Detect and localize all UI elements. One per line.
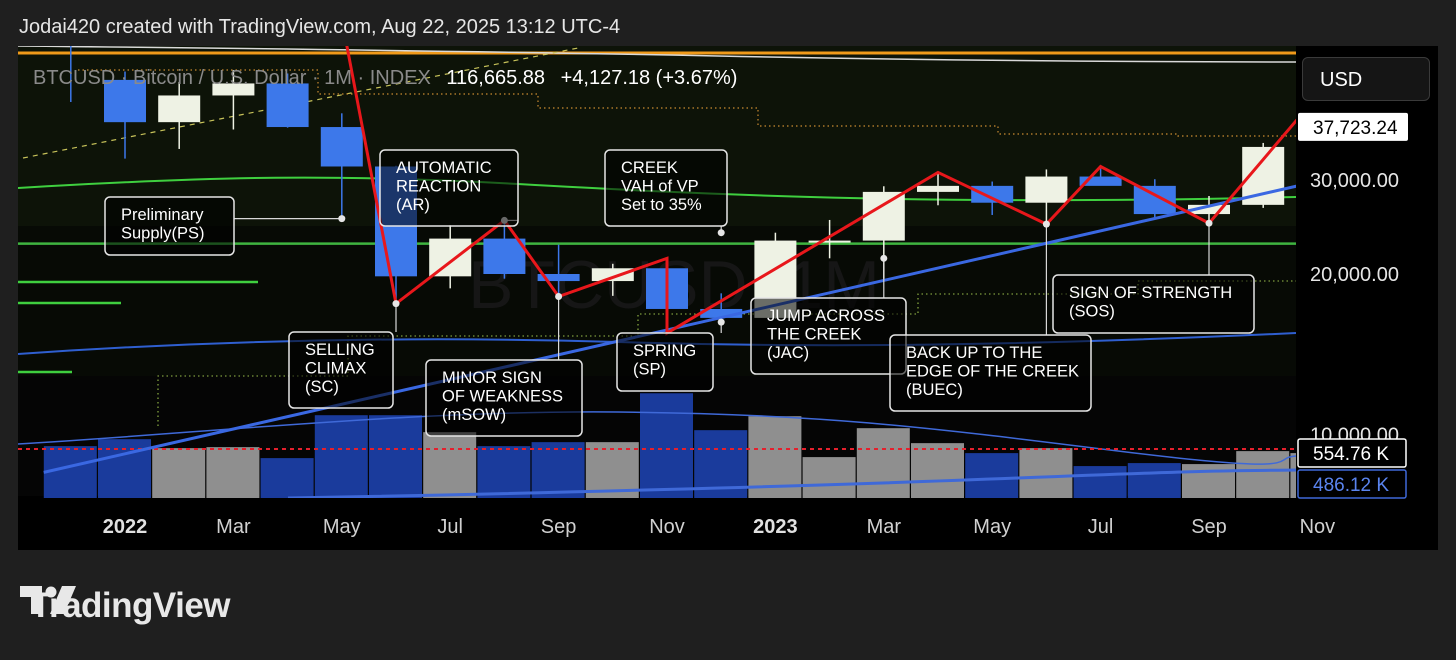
volume-tag-blue-text: 486.12 K — [1313, 475, 1389, 496]
volume-bar — [477, 446, 531, 498]
annotation-anchor-dot — [555, 293, 563, 301]
x-tick-label: Jul — [437, 516, 463, 538]
annotation-line: (SC) — [305, 378, 339, 396]
annotation-line: Supply(PS) — [121, 225, 204, 243]
annotation-line: JUMP ACROSS — [767, 307, 885, 325]
candle-body — [266, 83, 309, 128]
annotation-anchor-dot — [717, 318, 725, 326]
volume-bar — [1073, 466, 1127, 498]
volume-bar — [802, 457, 856, 498]
annotation-anchor-dot — [717, 229, 725, 237]
candle-body — [808, 240, 851, 243]
annotation-line: (JAC) — [767, 344, 809, 362]
candle-body — [483, 238, 526, 274]
candle-body — [429, 238, 472, 277]
annotation-line: (mSOW) — [442, 406, 506, 424]
btc-monthly-chart[interactable]: BTCUSD, 1M Preliminary Supply(PS)SELLING C… — [18, 46, 1438, 550]
x-tick-label: Sep — [541, 516, 577, 538]
x-tick-label: May — [323, 516, 361, 538]
volume-bar — [423, 432, 477, 498]
annotation-line: (SOS) — [1069, 303, 1115, 321]
annotation-anchor-dot — [338, 215, 346, 223]
annotation-line: REACTION — [396, 178, 481, 196]
annotation-anchor-dot — [392, 300, 400, 308]
volume-bar — [152, 448, 206, 498]
candle-body — [1025, 176, 1068, 203]
x-tick-label: Nov — [649, 516, 685, 538]
y-tick-label: 30,000.00 — [1310, 170, 1399, 192]
volume-bar — [1236, 451, 1290, 498]
volume-bar — [98, 439, 151, 498]
x-tick-label: Mar — [867, 516, 902, 538]
candle-body — [1133, 185, 1176, 215]
volume-bar — [314, 415, 368, 498]
y-tick-label: 20,000.00 — [1310, 264, 1399, 286]
volume-bar — [1182, 464, 1235, 498]
volume-bar — [640, 393, 693, 498]
chart-area[interactable]: BTCUSD, 1M Preliminary Supply(PS) SELLING C… — [18, 46, 1438, 550]
volume-bar — [260, 458, 314, 498]
x-tick-label: 2023 — [753, 516, 798, 538]
tradingview-logo-icon — [20, 586, 76, 614]
candle-body — [591, 268, 634, 282]
annotation-line: MINOR SIGN — [442, 369, 542, 387]
annotation-line: SPRING — [633, 342, 696, 360]
candle-body — [971, 185, 1014, 203]
annotation-anchor-dot — [1205, 219, 1213, 227]
chart-credit: Jodai420 created with TradingView.com, A… — [19, 16, 621, 38]
annotation-line: OF WEAKNESS — [442, 388, 563, 406]
x-tick-label: Mar — [216, 516, 251, 538]
annotation-line: SELLING — [305, 341, 375, 359]
volume-bar — [1019, 448, 1073, 498]
volume-bar — [965, 453, 1019, 498]
x-tick-label: Sep — [1191, 516, 1227, 538]
x-tick-label: Jul — [1088, 516, 1114, 538]
annotation-line: (BUEC) — [906, 381, 963, 399]
annotation-line: Preliminary — [121, 206, 204, 224]
annotation-line: EDGE OF THE CREEK — [906, 363, 1079, 381]
annotation-line: Set to 35% — [621, 196, 702, 214]
price-change: +4,127.18 (+3.67%) — [561, 67, 738, 89]
volume-tag-white-text: 554.76 K — [1313, 444, 1389, 465]
x-tick-label: May — [973, 516, 1011, 538]
annotation-anchor-dot — [1042, 220, 1050, 228]
annotation-line: VAH of VP — [621, 178, 699, 196]
volume-bar — [856, 428, 910, 498]
symbol-name: BTCUSD · Bitcoin / U.S. Dollar · 1M · IN… — [33, 67, 431, 89]
annotation-line: SIGN OF STRENGTH — [1069, 284, 1232, 302]
candle-body — [320, 127, 363, 167]
annotation-line: CREEK — [621, 159, 678, 177]
volume-bar — [911, 443, 964, 498]
annotation-text: Preliminary Supply(PS) — [121, 206, 204, 243]
volume-bar — [369, 415, 422, 498]
annotation-creek: CREEK VAH of VP Set to 35% — [604, 149, 728, 237]
x-tick-label: 2022 — [103, 516, 148, 538]
annotation-anchor-dot — [880, 254, 888, 262]
candle-body — [158, 95, 201, 123]
currency-button[interactable]: USD — [1302, 57, 1430, 101]
tradingview-logo: TradingView — [20, 586, 231, 626]
last-price: 116,665.88 — [446, 67, 545, 89]
volume-bar — [206, 447, 260, 498]
annotation-ar: AUTOMATIC REACTION (AR) — [379, 149, 519, 227]
candle-body — [917, 185, 959, 192]
candle-body — [862, 191, 905, 241]
annotation-line: (AR) — [396, 196, 430, 214]
x-tick-label: Nov — [1300, 516, 1336, 538]
annotation-line: CLIMAX — [305, 360, 366, 378]
volume-bar — [1127, 463, 1181, 498]
symbol-legend: BTCUSD · Bitcoin / U.S. Dollar · 1M · IN… — [33, 67, 737, 89]
annotation-line: AUTOMATIC — [396, 159, 492, 177]
svg-text:BTCUSD · Bitcoin / U.S. Dollar: BTCUSD · Bitcoin / U.S. Dollar · 1M · IN… — [33, 67, 737, 89]
annotation-line: (SP) — [633, 361, 666, 379]
volume-bar — [531, 442, 585, 498]
annotation-line: THE CREEK — [767, 326, 861, 344]
annotation-line: BACK UP TO THE — [906, 344, 1042, 362]
last-price-tag-text: 37,723.24 — [1313, 118, 1398, 139]
